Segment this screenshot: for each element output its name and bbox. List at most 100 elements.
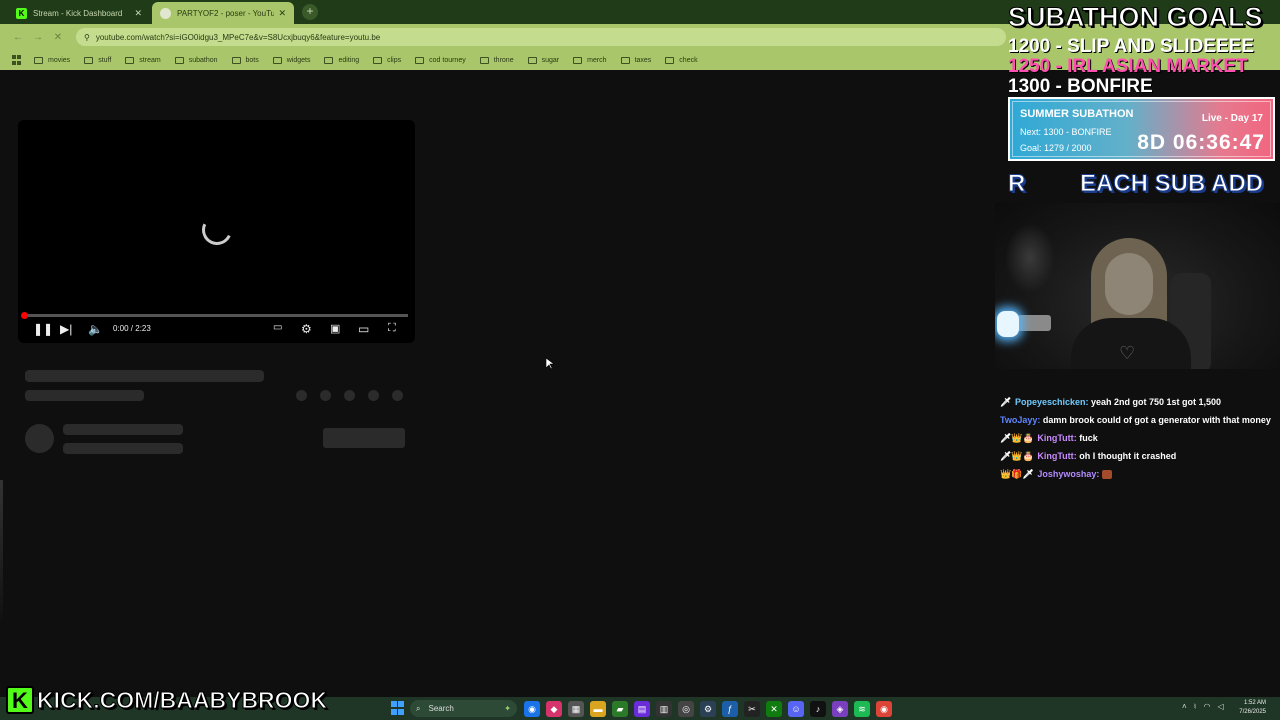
channel-skeleton <box>63 424 183 435</box>
folder-icon <box>174 56 184 64</box>
url-text: youtube.com/watch?si=iGO0idgu3_MPeC7e&v=… <box>95 32 381 42</box>
chrome-icon[interactable]: ◉ <box>524 701 540 717</box>
bookmark-folder[interactable]: stuff <box>84 56 111 64</box>
capcut-icon[interactable]: ✂ <box>744 701 760 717</box>
tab-kick-dashboard[interactable]: K Stream - Kick Dashboard ✕ <box>8 2 150 24</box>
bookmark-folder[interactable]: taxes <box>620 56 651 64</box>
folder-icon <box>573 56 583 64</box>
video-progress-bar[interactable] <box>21 312 408 319</box>
bookmark-folder[interactable]: editing <box>324 56 359 64</box>
app-icon[interactable]: ◆ <box>546 701 562 717</box>
bookmark-folder[interactable]: widgets <box>272 56 310 64</box>
pause-icon[interactable]: ❚❚ <box>33 322 53 336</box>
obs-icon[interactable]: ◎ <box>678 701 694 717</box>
folder-icon <box>324 56 334 64</box>
forward-icon[interactable]: → <box>28 32 48 43</box>
bookmark-folder[interactable]: check <box>665 56 698 64</box>
chat-message: 🗡 Popeyeschicken: yeah 2nd got 750 1st g… <box>1000 397 1222 407</box>
tiktok-icon[interactable]: ♪ <box>810 701 826 717</box>
app-icon[interactable]: ▦ <box>568 701 584 717</box>
lamp-light <box>997 311 1019 337</box>
bookmark-folder[interactable]: stream <box>125 56 161 64</box>
scrubber-handle[interactable] <box>21 312 28 319</box>
chat-username: Joshywoshay <box>1037 469 1097 479</box>
bookmark-folder[interactable]: subathon <box>174 56 218 64</box>
volume-icon[interactable]: 🔈 <box>88 322 103 336</box>
close-icon[interactable]: ✕ <box>278 8 286 19</box>
theater-mode-icon[interactable]: ▭ <box>358 322 369 336</box>
subathon-title: SUMMER SUBATHON <box>1020 108 1134 120</box>
chevron-up-icon[interactable]: ˄ <box>1182 702 1187 711</box>
spotify-icon[interactable]: ≋ <box>854 701 870 717</box>
action-skeleton <box>344 390 355 401</box>
stop-loading-icon[interactable]: ✕ <box>48 32 68 43</box>
file-explorer-icon[interactable]: ▬ <box>590 701 606 717</box>
apps-grid-icon[interactable] <box>12 55 22 65</box>
folder-icon <box>527 56 537 64</box>
bookmark-folder[interactable]: movies <box>34 56 70 64</box>
video-time: 0:00 / 2:23 <box>113 324 151 333</box>
subscribe-skeleton <box>323 428 405 448</box>
user-badges: 🗡 <box>1000 397 1012 407</box>
lamp-body <box>1017 315 1051 331</box>
subtitle-skeleton <box>25 390 144 401</box>
windows-start-icon[interactable] <box>391 701 405 715</box>
next-icon[interactable]: ▶| <box>60 322 72 336</box>
bookmark-folder[interactable]: throne <box>479 56 514 64</box>
new-tab-button[interactable]: + <box>302 4 318 20</box>
bookmark-folder[interactable]: cod tourney <box>415 56 466 64</box>
action-skeleton <box>296 390 307 401</box>
kick-url-banner: K KICK.COM/BAABYBROOK <box>6 684 328 716</box>
app-icon[interactable]: ▰ <box>612 701 628 717</box>
xbox-icon[interactable]: ✕ <box>766 701 782 717</box>
tab-title: Stream - Kick Dashboard <box>33 8 123 18</box>
streamer-face <box>1105 253 1153 315</box>
folder-icon <box>125 56 135 64</box>
mouse-cursor-icon <box>546 358 554 370</box>
taskbar-search-box[interactable]: ⌕ Search ✦ <box>410 700 517 717</box>
app-icon[interactable]: ◈ <box>832 701 848 717</box>
taskbar-app-icons: ◉ ◆ ▦ ▬ ▰ ▤ ▥ ◎ ⚙ ƒ ✂ ✕ ☺ ♪ ◈ ≋ ◉ <box>524 701 898 717</box>
close-icon[interactable]: ✕ <box>134 8 142 19</box>
chat-username: KingTutt <box>1037 451 1074 461</box>
back-icon[interactable]: ← <box>8 32 28 43</box>
chat-username: KingTutt <box>1037 433 1074 443</box>
captions-icon[interactable]: ▭ <box>273 322 282 333</box>
discord-icon[interactable]: ☺ <box>788 701 804 717</box>
mic-icon[interactable]: ♮ <box>1194 702 1197 711</box>
taskbar-clock[interactable]: 1:52 AM 7/26/2025 <box>1239 699 1266 717</box>
shirt-heart-icon: ♡ <box>1119 343 1136 363</box>
app-icon[interactable]: ƒ <box>722 701 738 717</box>
folder-icon <box>373 56 383 64</box>
miniplayer-icon[interactable]: ▣ <box>330 322 340 335</box>
tab-title: PARTYOF2 - poser - YouTube <box>177 8 275 18</box>
site-info-icon[interactable]: ⚲ <box>84 33 90 42</box>
chrome-profile-icon[interactable]: ◉ <box>876 701 892 717</box>
speaker-icon[interactable]: ◁ <box>1218 702 1224 711</box>
chat-overlay: 🗡 Popeyeschicken: yeah 2nd got 750 1st g… <box>1000 396 1272 486</box>
tab-youtube[interactable]: PARTYOF2 - poser - YouTube ✕ <box>152 2 294 24</box>
title-skeleton <box>25 370 264 382</box>
bookmark-folder[interactable]: merch <box>573 56 607 64</box>
countdown-timer: 8D 06:36:47 <box>1137 131 1265 154</box>
bookmark-folder[interactable]: sugar <box>527 56 559 64</box>
app-icon[interactable]: ▤ <box>634 701 650 717</box>
app-icon[interactable]: ▥ <box>656 701 672 717</box>
channel-skeleton <box>63 443 183 454</box>
chat-message: 👑🎁🗡 Joshywoshay: <box>1000 468 1272 481</box>
fullscreen-icon[interactable]: ⛶ <box>388 322 396 335</box>
kick-logo-icon: K <box>6 686 34 714</box>
bookmark-folder[interactable]: clips <box>373 56 401 64</box>
address-bar[interactable]: ⚲ youtube.com/watch?si=iGO0idgu3_MPeC7e&… <box>76 28 1006 46</box>
screen: K Stream - Kick Dashboard ✕ PARTYOF2 - p… <box>0 0 1280 720</box>
user-badges: 🗡👑🎂 <box>1000 451 1034 461</box>
folder-icon <box>479 56 489 64</box>
clock-time: 1:52 AM <box>1243 700 1266 706</box>
wifi-icon[interactable]: ◠ <box>1204 702 1211 711</box>
clock-date: 7/26/2025 <box>1239 709 1266 715</box>
bookmark-folder[interactable]: bots <box>231 56 259 64</box>
folder-icon <box>34 56 43 64</box>
settings-gear-icon[interactable]: ⚙ <box>301 322 312 336</box>
plant <box>1005 223 1055 293</box>
steam-icon[interactable]: ⚙ <box>700 701 716 717</box>
